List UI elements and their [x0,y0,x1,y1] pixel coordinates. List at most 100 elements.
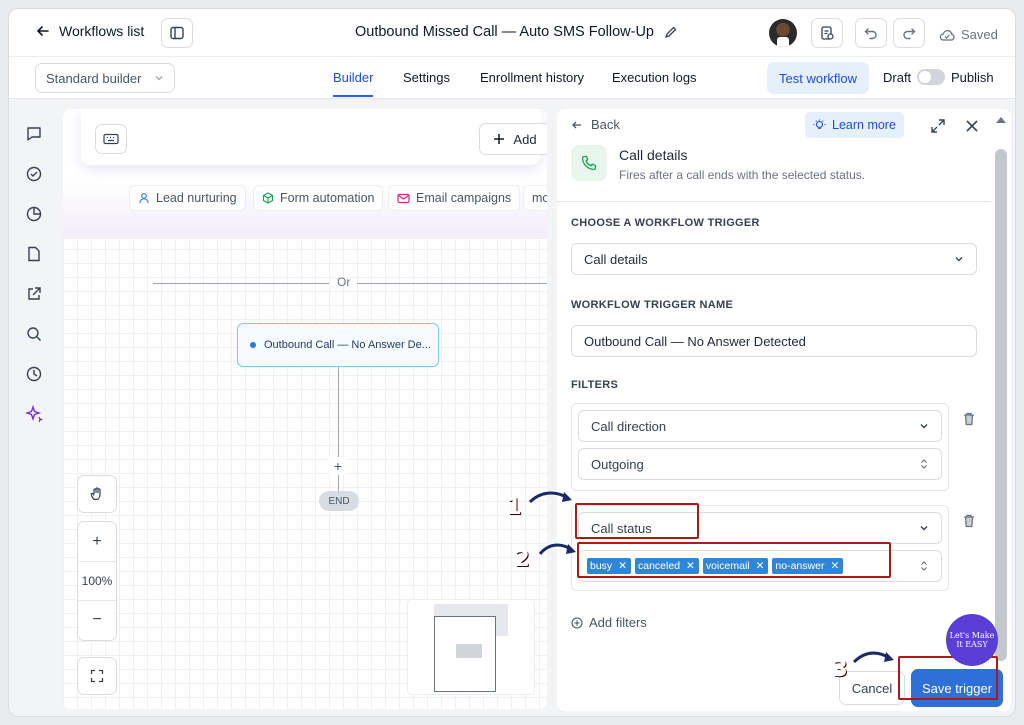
tabs-bar: Standard builder Builder Settings Enroll… [9,57,1015,99]
watermark-text: Let's Make It EASY [949,631,995,649]
saved-label: Saved [961,27,998,42]
filter-group-direction: Call direction Outgoing [571,403,949,491]
top-bar: Workflows list Outbound Missed Call — Au… [9,9,1015,57]
cube-icon [262,192,274,204]
chip-lead-nurturing[interactable]: Lead nurturing [129,185,246,211]
filter-value-select[interactable]: Outgoing [578,448,942,480]
chip-label: Email campaigns [416,191,512,205]
keyboard-shortcuts-button[interactable] [95,124,127,154]
tab-settings[interactable]: Settings [403,70,450,85]
document-icon[interactable] [25,245,43,263]
sparkle-icon[interactable] [25,405,43,423]
panel-scrollbar[interactable] [995,149,1007,661]
add-step-button[interactable]: + [329,457,347,475]
expand-icon[interactable] [929,117,947,135]
check-circle-icon[interactable] [25,165,43,183]
workflows-list-label: Workflows list [59,23,145,39]
step-2-arrow-icon [538,543,576,555]
filter-field-value: Call direction [591,418,667,434]
plus-circle-icon [571,616,583,629]
step-3-arrow-icon [852,651,894,664]
trigger-select[interactable]: Call details [571,243,977,275]
chevron-down-icon [920,424,928,429]
chevron-updown-icon [921,561,927,571]
sidebar-toggle-button[interactable] [161,18,193,48]
pie-chart-icon[interactable] [25,205,43,223]
save-status: Saved [939,27,998,42]
tab-execution-logs[interactable]: Execution logs [612,70,697,85]
chip-email-campaigns[interactable]: Email campaigns [388,185,521,211]
trigger-name-value: Outbound Call — No Answer Detected [584,333,806,349]
minimap[interactable] [407,599,535,695]
publish-toggle[interactable] [917,69,945,85]
tab-enrollment-history[interactable]: Enrollment history [480,70,584,85]
fullscreen-icon [90,669,104,683]
external-link-icon[interactable] [25,285,43,303]
builder-mode-select[interactable]: Standard builder [35,63,175,93]
fit-view-button[interactable] [77,657,117,695]
add-button[interactable]: Add [479,123,547,155]
mail-icon [397,193,410,203]
divider-line [153,283,329,284]
close-icon[interactable] [963,117,981,135]
chip-form-automation[interactable]: Form automation [253,185,384,211]
add-label: Add [513,131,537,147]
workflow-title[interactable]: Outbound Missed Call — Auto SMS Follow-U… [355,24,678,40]
panel-back-link[interactable]: Back [571,117,620,132]
arrow-left-icon [572,121,581,128]
trigger-name-label: WORKFLOW TRIGGER NAME [571,299,734,311]
learn-more-label: Learn more [832,118,896,132]
search-icon[interactable] [25,325,43,343]
zoom-out-button[interactable]: − [92,601,101,640]
minimap-node [456,644,482,658]
zoom-level: 100% [78,561,116,601]
chevron-down-icon [955,257,963,262]
or-label: Or [337,275,351,289]
filter-value-text: Outgoing [591,456,644,472]
add-filters-button[interactable]: Add filters [571,615,647,630]
zoom-in-button[interactable]: + [92,522,101,561]
delete-filter-icon[interactable] [961,411,977,427]
workflow-canvas[interactable]: Add Lead nurturing Form automation Email… [63,109,547,709]
trigger-node[interactable]: Outbound Call — No Answer De... [237,323,439,367]
version-history-button[interactable] [811,18,843,48]
filter-field-select[interactable]: Call direction [578,410,942,442]
scroll-up-arrow-icon[interactable] [995,115,1007,125]
workflows-list-link[interactable]: Workflows list [35,23,144,39]
trigger-name-input[interactable]: Outbound Call — No Answer Detected [571,325,977,357]
trigger-subtitle: Fires after a call ends with the selecte… [619,168,866,182]
pencil-icon[interactable] [664,25,678,39]
chevron-down-icon [155,76,163,81]
publish-label: Publish [951,70,994,85]
canvas-toolbar: Add [81,109,547,165]
trigger-node-label: Outbound Call — No Answer De... [264,339,431,351]
pan-tool-button[interactable] [77,475,117,513]
delete-filter-icon[interactable] [961,513,977,529]
sidebar-panel-icon [170,26,184,40]
learn-more-button[interactable]: Learn more [805,112,904,138]
chat-icon[interactable] [25,125,43,143]
redo-button[interactable] [893,18,925,48]
undo-button[interactable] [855,18,887,48]
chip-label: Lead nurturing [156,191,237,205]
add-filters-label: Add filters [589,615,647,630]
cloud-check-icon [939,29,955,41]
draft-label: Draft [883,70,912,85]
user-avatar[interactable] [769,19,797,47]
lightbulb-icon [813,119,826,129]
highlight-status-tags [577,542,891,578]
step-3-badge: 3 [826,656,854,682]
chip-more[interactable]: mo [523,185,547,211]
keyboard-icon [103,133,119,145]
history-icon[interactable] [25,365,43,383]
step-number: 2 [514,546,530,572]
tab-builder[interactable]: Builder [333,70,374,97]
trigger-title: Call details [619,147,688,163]
test-workflow-button[interactable]: Test workflow [767,62,870,94]
node-status-dot [250,342,256,348]
redo-icon [903,28,916,40]
watermark-logo: Let's Make It EASY [946,614,998,666]
undo-icon [864,28,877,40]
step-1-arrow-icon [528,491,572,504]
app-window: Workflows list Outbound Missed Call — Au… [8,8,1016,717]
